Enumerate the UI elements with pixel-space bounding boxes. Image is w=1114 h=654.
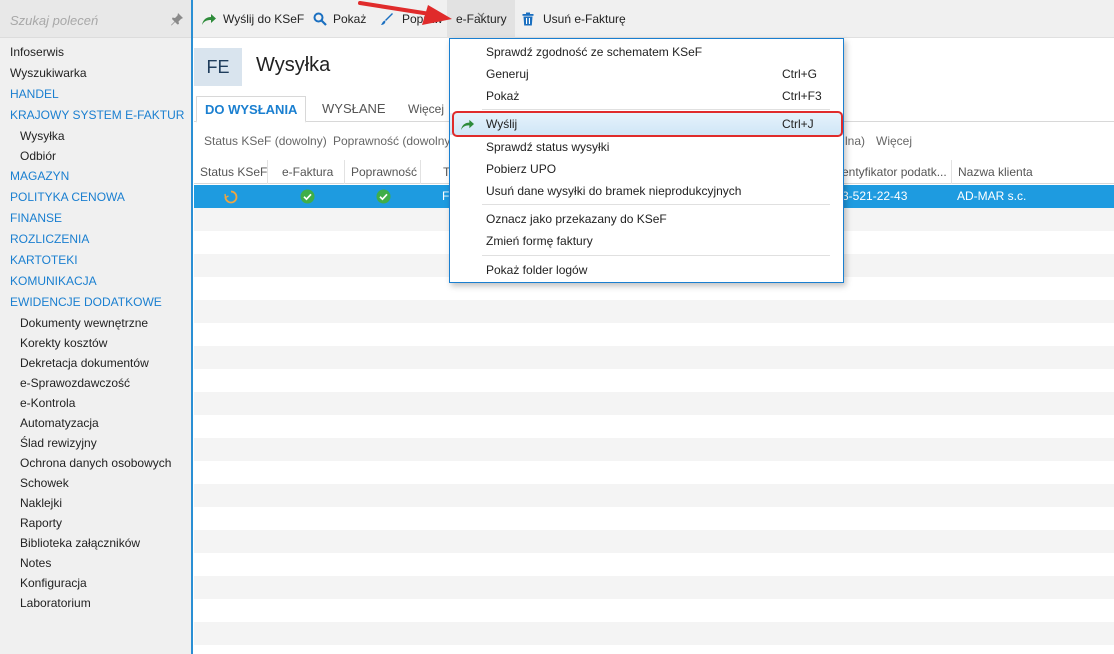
tab-sent[interactable]: WYSŁANE [322,96,386,122]
module-badge: FE [194,48,242,86]
sidebar-item-rozliczenia[interactable]: ROZLICZENIA [0,229,191,250]
sidebar-item-kartoteki[interactable]: KARTOTEKI [0,250,191,271]
sidebar-item-e-kontrola[interactable]: e-Kontrola [0,393,191,413]
col-client[interactable]: Nazwa klienta [952,160,1114,184]
filter-correctness[interactable]: Poprawność (dowolny) [333,128,449,154]
sidebar-item-komunikacja[interactable]: KOMUNIKACJA [0,271,191,292]
delete-efaktura-button[interactable]: Usuń e-Fakturę [522,0,628,38]
brush-icon [381,13,393,25]
menu-item-check-status[interactable]: Sprawdź status wysyłki [450,136,843,158]
pending-status-icon [224,190,238,204]
menu-separator [482,109,830,110]
filter-more[interactable]: Więcej [876,128,912,154]
menu-item-show[interactable]: Pokaż Ctrl+F3 [450,85,843,107]
sidebar-item-ochrona-danych[interactable]: Ochrona danych osobowych [0,453,191,473]
menu-item-get-upo[interactable]: Pobierz UPO [450,158,843,180]
pin-icon[interactable] [170,12,184,26]
col-status[interactable]: Status KSeF [194,160,268,184]
menu-item-show-logs[interactable]: Pokaż folder logów [450,259,843,281]
send-ksef-label: Wyślij do KSeF [223,12,305,26]
command-search [0,0,191,38]
search-input[interactable] [10,10,160,30]
col-type[interactable]: T [421,160,451,184]
chevron-down-icon [477,12,485,17]
menu-item-change-form[interactable]: Zmień formę faktury [450,230,843,252]
fix-button[interactable]: Popraw [380,0,442,38]
show-button[interactable]: Pokaż [313,0,369,38]
sidebar-item-ewidencje[interactable]: EWIDENCJE DODATKOWE [0,292,191,313]
col-tax-id[interactable]: entyfikator podatk... [842,160,952,184]
sidebar-item-korekty-kosztow[interactable]: Korekty kosztów [0,333,191,353]
col-efaktura[interactable]: e-Faktura [268,160,345,184]
sidebar-item-wysylka[interactable]: Wysyłka [0,126,191,146]
search-icon [313,12,327,26]
sidebar-item-odbior[interactable]: Odbiór [0,146,191,166]
efaktury-button[interactable]: e-Faktury [447,0,515,38]
sidebar: Infoserwis Wyszukiwarka HANDEL KRAJOWY S… [0,0,193,654]
menu-item-check-schema[interactable]: Sprawdź zgodność ze schematem KSeF [450,41,843,63]
check-circle-icon [300,189,315,204]
sidebar-nav: Infoserwis Wyszukiwarka HANDEL KRAJOWY S… [0,42,191,613]
sidebar-item-automatyzacja[interactable]: Automatyzacja [0,413,191,433]
cell-tax-id: 3-521-22-43 [842,189,908,203]
sidebar-item-raporty[interactable]: Raporty [0,513,191,533]
send-arrow-icon [202,14,216,25]
filter-status[interactable]: Status KSeF (dowolny) [204,128,327,154]
sidebar-item-dekretacja[interactable]: Dekretacja dokumentów [0,353,191,373]
sidebar-item-dokumenty-wewnetrzne[interactable]: Dokumenty wewnętrzne [0,313,191,333]
highlight-outline [452,111,843,137]
sidebar-item-e-sprawozdawczosc[interactable]: e-Sprawozdawczość [0,373,191,393]
toolbar: Wyślij do KSeF Pokaż Popraw e-Faktury Us… [193,0,1114,38]
col-correctness[interactable]: Poprawność [345,160,421,184]
send-ksef-button[interactable]: Wyślij do KSeF [201,0,305,38]
page-title: Wysyłka [256,54,331,76]
menu-item-mark-sent[interactable]: Oznacz jako przekazany do KSeF [450,208,843,230]
menu-item-generate[interactable]: Generuj Ctrl+G [450,63,843,85]
efaktury-dropdown-menu: Sprawdź zgodność ze schematem KSeF Gener… [449,38,844,283]
sidebar-item-laboratorium[interactable]: Laboratorium [0,593,191,613]
menu-separator [482,255,830,256]
fix-label: Popraw [402,12,442,26]
sidebar-item-wyszukiwarka[interactable]: Wyszukiwarka [0,63,191,84]
sidebar-item-naklejki[interactable]: Naklejki [0,493,191,513]
tab-more[interactable]: Więcej [408,96,444,122]
delete-efaktura-label: Usuń e-Fakturę [543,12,626,26]
sidebar-item-finanse[interactable]: FINANSE [0,208,191,229]
sidebar-item-biblioteka[interactable]: Biblioteka załączników [0,533,191,553]
show-label: Pokaż [333,12,367,26]
filter-partial[interactable]: lna) [845,128,865,154]
sidebar-item-infoserwis[interactable]: Infoserwis [0,42,191,63]
sidebar-item-handel[interactable]: HANDEL [0,84,191,105]
menu-item-delete-data[interactable]: Usuń dane wysyłki do bramek nieprodukcyj… [450,180,843,202]
sidebar-item-ksef[interactable]: KRAJOWY SYSTEM E-FAKTUR [0,105,191,126]
tab-to-send[interactable]: DO WYSŁANIA [196,96,307,123]
sidebar-item-konfiguracja[interactable]: Konfiguracja [0,573,191,593]
sidebar-item-notes[interactable]: Notes [0,553,191,573]
sidebar-item-schowek[interactable]: Schowek [0,473,191,493]
trash-icon [522,12,534,26]
check-circle-icon [376,189,391,204]
sidebar-item-slad-rewizyjny[interactable]: Ślad rewizyjny [0,433,191,453]
sidebar-item-polityka-cenowa[interactable]: POLITYKA CENOWA [0,187,191,208]
app-window: Infoserwis Wyszukiwarka HANDEL KRAJOWY S… [0,0,1114,654]
cell-client: AD-MAR s.c. [957,189,1027,203]
menu-separator [482,204,830,205]
efaktury-label: e-Faktury [456,12,507,26]
sidebar-item-magazyn[interactable]: MAGAZYN [0,166,191,187]
